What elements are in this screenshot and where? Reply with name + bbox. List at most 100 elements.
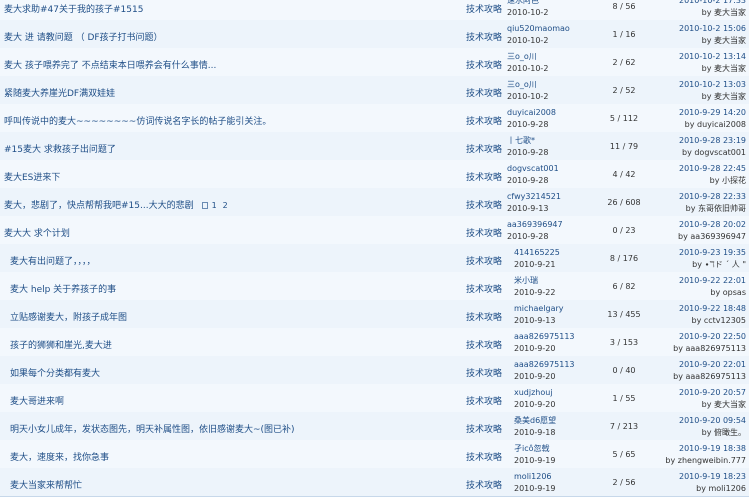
thread-category[interactable]: 技术攻略: [466, 450, 502, 463]
author-name[interactable]: xudjzhouj: [514, 387, 555, 399]
last-post-author[interactable]: by ∙ℸド ´ 人 ": [660, 259, 746, 271]
author-name[interactable]: 速水阿芭: [507, 0, 548, 7]
thread-category[interactable]: 技术攻略: [466, 226, 502, 239]
thread-title-link[interactable]: 立贴感谢麦大，附孩子成年图: [10, 313, 127, 323]
author-name[interactable]: 三o_o川: [507, 51, 548, 63]
thread-category[interactable]: 技术攻略: [466, 478, 502, 491]
thread-category[interactable]: 技术攻略: [466, 142, 502, 155]
thread-title-link[interactable]: 麦大哥进来啊: [10, 397, 64, 407]
last-post-time[interactable]: 2010-9-19 18:38: [660, 443, 746, 455]
thread-category[interactable]: 技术攻略: [466, 254, 502, 267]
thread-category[interactable]: 技术攻略: [466, 198, 502, 211]
thread-title-link[interactable]: 麦大，速度来，找你急事: [10, 453, 109, 463]
thread-author-cell: qiu520maomao 2010-10-2: [507, 23, 570, 47]
author-name[interactable]: aaa826975113: [514, 359, 575, 371]
last-post-author[interactable]: by aa369396947: [660, 231, 746, 243]
thread-title-link[interactable]: 麦大 进 请教问题 （ DF孩子打书问题）: [4, 33, 163, 43]
author-name[interactable]: 孑icô忽戟: [514, 443, 555, 455]
last-post-time[interactable]: 2010-9-22 22:01: [660, 275, 746, 287]
page-link[interactable]: 2: [223, 201, 228, 210]
author-name[interactable]: dogvscat001: [507, 163, 559, 175]
author-name[interactable]: moli1206: [514, 471, 555, 483]
thread-category[interactable]: 技术攻略: [466, 2, 502, 15]
thread-category[interactable]: 技术攻略: [466, 422, 502, 435]
last-post-time[interactable]: 2010-9-19 18:23: [660, 471, 746, 483]
last-post-time[interactable]: 2010-9-28 22:45: [660, 163, 746, 175]
thread-author-cell: xudjzhouj 2010-9-20: [514, 387, 555, 411]
last-post-time[interactable]: 2010-10-2 13:14: [660, 51, 746, 63]
last-post-author[interactable]: by 东哥依旧帅哥: [660, 203, 746, 215]
author-name[interactable]: cfwy3214521: [507, 191, 561, 203]
last-post-author[interactable]: by 麦大当家: [660, 35, 746, 47]
thread-title-link[interactable]: 麦大，悲剧了，快点帮帮我吧#15...大大的悲剧: [4, 201, 194, 211]
last-post-author[interactable]: by 麦大当家: [660, 399, 746, 411]
thread-title-link[interactable]: 麦大 help 关于养孩子的事: [10, 285, 116, 295]
thread-category[interactable]: 技术攻略: [466, 394, 502, 407]
thread-title-link[interactable]: #15麦大 求救孩子出问题了: [4, 145, 116, 155]
thread-category[interactable]: 技术攻略: [466, 366, 502, 379]
thread-category[interactable]: 技术攻略: [466, 58, 502, 71]
last-post-author[interactable]: by 小探花: [660, 175, 746, 187]
last-post-time[interactable]: 2010-9-28 23:19: [660, 135, 746, 147]
thread-title-cell: 如果每个分类都有麦大: [10, 366, 100, 379]
thread-category[interactable]: 技术攻略: [466, 338, 502, 351]
author-name[interactable]: 桑美d6愿望: [514, 415, 556, 427]
author-name[interactable]: aaa826975113: [514, 331, 575, 343]
last-post-time[interactable]: 2010-9-20 22:50: [660, 331, 746, 343]
last-post-author[interactable]: by dogvscat001: [660, 147, 746, 159]
last-post-author[interactable]: by 麦大当家: [660, 7, 746, 19]
last-post-time[interactable]: 2010-9-29 14:20: [660, 107, 746, 119]
last-post-cell: 2010-9-28 23:19 by dogvscat001: [660, 135, 746, 159]
author-name[interactable]: 米小瑞: [514, 275, 555, 287]
thread-title-link[interactable]: 如果每个分类都有麦大: [10, 369, 100, 379]
thread-title-link[interactable]: 麦大有出问题了，，，，: [10, 257, 96, 267]
author-name[interactable]: 414165225: [514, 247, 560, 259]
thread-title-link[interactable]: 麦大当家来帮帮忙: [10, 481, 82, 491]
last-post-author[interactable]: by moli1206: [660, 483, 746, 495]
last-post-time[interactable]: 2010-9-23 19:35: [660, 247, 746, 259]
last-post-time[interactable]: 2010-9-22 18:48: [660, 303, 746, 315]
author-name[interactable]: 三o_o川: [507, 79, 548, 91]
thread-category[interactable]: 技术攻略: [466, 170, 502, 183]
thread-category[interactable]: 技术攻略: [466, 114, 502, 127]
author-name[interactable]: michaelgary: [514, 303, 564, 315]
author-name[interactable]: qiu520maomao: [507, 23, 570, 35]
last-post-time[interactable]: 2010-10-2 15:06: [660, 23, 746, 35]
last-post-author[interactable]: by 麦大当家: [660, 91, 746, 103]
thread-category[interactable]: 技术攻略: [466, 310, 502, 323]
last-post-author[interactable]: by duyicai2008: [660, 119, 746, 131]
reply-view-count: 2 / 62: [612, 58, 636, 67]
thread-title-link[interactable]: 孩子的狮狮和崖光,麦大进: [10, 341, 112, 351]
last-post-time[interactable]: 2010-10-2 13:03: [660, 79, 746, 91]
last-post-author[interactable]: by zhengweibin.777: [660, 455, 746, 467]
thread-category[interactable]: 技术攻略: [466, 30, 502, 43]
thread-title-link[interactable]: 呼叫传说中的麦大~~~~~~~~仿词传说名字长的帖子能引关注。: [4, 117, 271, 127]
last-post-author[interactable]: by 俯瞰生。: [660, 427, 746, 439]
author-name[interactable]: 丨七歌*: [507, 135, 548, 147]
page-link[interactable]: 1: [212, 201, 217, 210]
thread-category[interactable]: 技术攻略: [466, 282, 502, 295]
last-post-author[interactable]: by aaa826975113: [660, 371, 746, 383]
thread-category[interactable]: 技术攻略: [466, 86, 502, 99]
post-date: 2010-10-2: [507, 36, 549, 45]
thread-title-link[interactable]: 麦大ES进来下: [4, 173, 60, 183]
last-post-author[interactable]: by cctv12305: [660, 315, 746, 327]
last-post-author[interactable]: by 麦大当家: [660, 63, 746, 75]
thread-title-link[interactable]: 麦大大 求个计划: [4, 229, 70, 239]
last-post-time[interactable]: 2010-10-2 17:33: [660, 0, 746, 7]
last-post-author[interactable]: by aaa826975113: [660, 343, 746, 355]
last-post-time[interactable]: 2010-9-20 09:54: [660, 415, 746, 427]
last-post-author[interactable]: by opsas: [660, 287, 746, 299]
thread-title-link[interactable]: 明天小女儿成年，发状态图先，明天补属性图，依旧感谢麦大~(图已补): [10, 425, 295, 435]
last-post-time[interactable]: 2010-9-20 20:57: [660, 387, 746, 399]
last-post-time[interactable]: 2010-9-28 20:02: [660, 219, 746, 231]
last-post-time[interactable]: 2010-9-20 22:01: [660, 359, 746, 371]
author-name[interactable]: aa369396947: [507, 219, 563, 231]
thread-title-link[interactable]: 麦大求助#47关于我的孩子#1515: [4, 5, 143, 15]
author-name[interactable]: duyicai2008: [507, 107, 556, 119]
last-post-time[interactable]: 2010-9-28 22:33: [660, 191, 746, 203]
thread-title-link[interactable]: 麦大 孩子喂养完了 不点结束本日喂养会有什么事情...: [4, 61, 216, 71]
thread-title-link[interactable]: 紧随麦大养崖光DF满双娃娃: [4, 89, 115, 99]
thread-author-cell: dogvscat001 2010-9-28: [507, 163, 559, 187]
post-date: 2010-9-20: [514, 400, 556, 409]
